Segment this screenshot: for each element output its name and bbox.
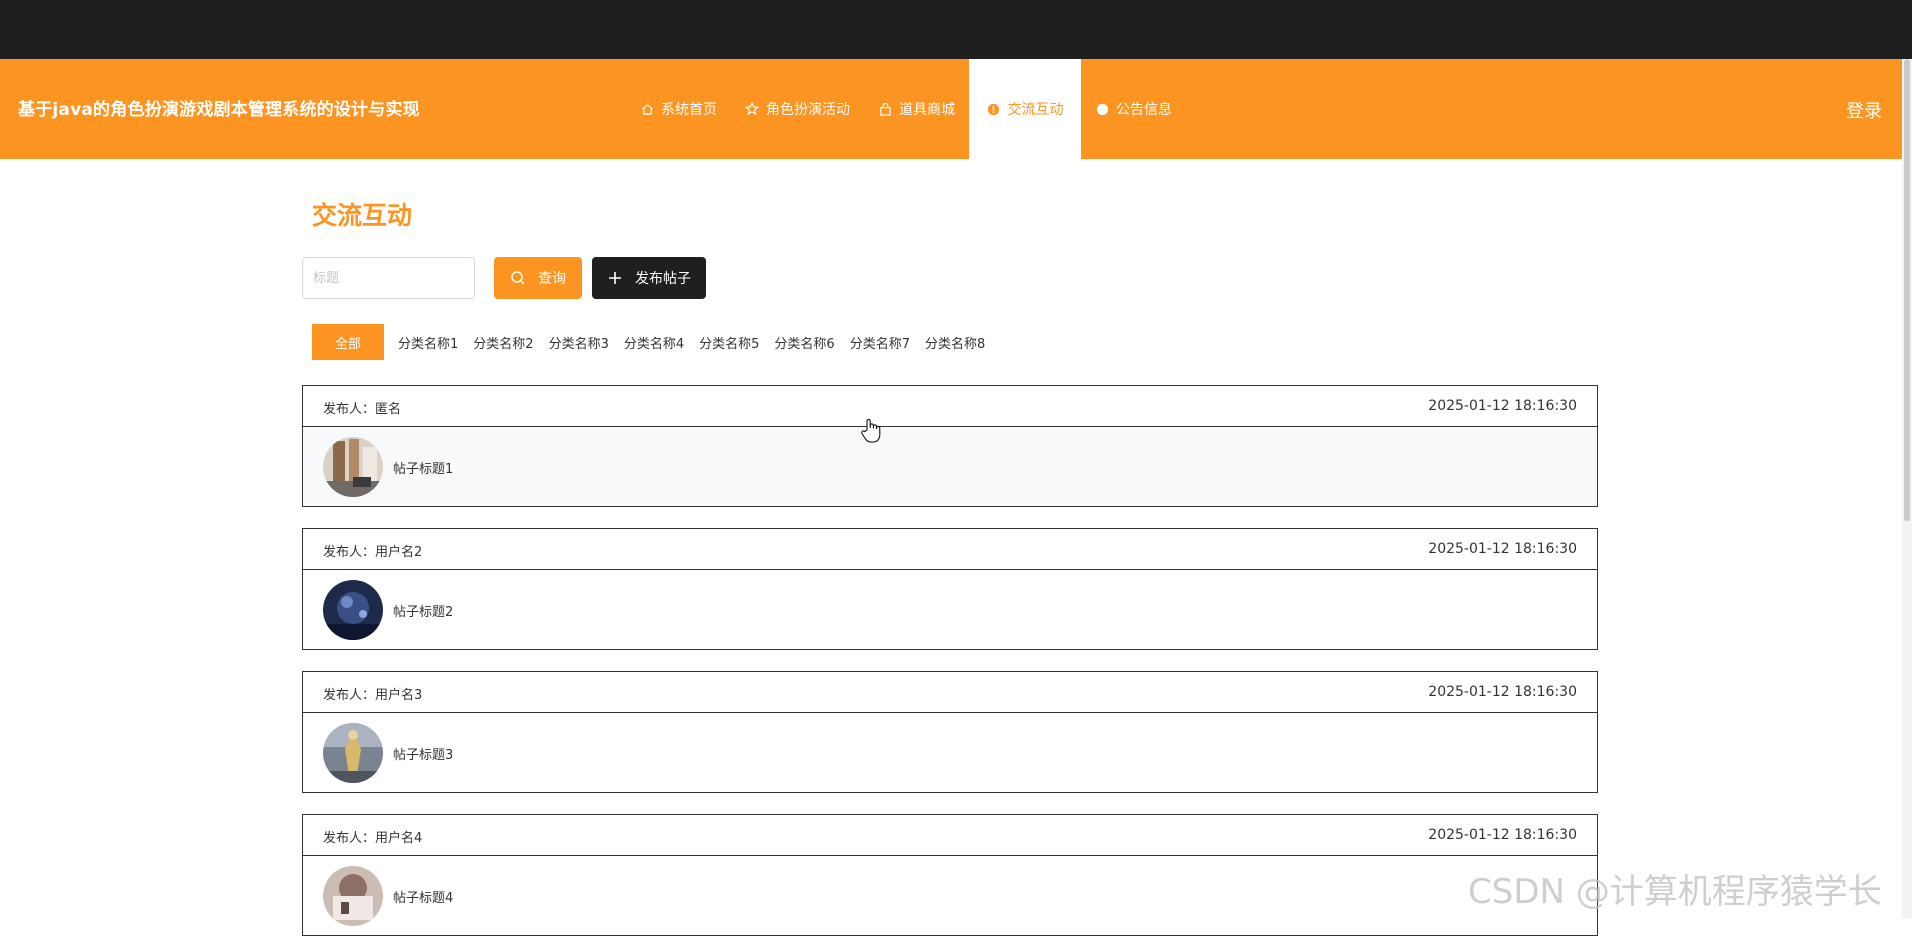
search-button[interactable]: 查询 [494,257,582,299]
hand-cursor-icon [860,418,882,444]
post-card[interactable]: 发布人：用户名3 2025-01-12 18:16:30 帖子标题3 [302,671,1598,793]
page-title: 交流互动 [312,201,413,230]
bag-icon [878,102,892,116]
post-time: 2025-01-12 18:16:30 [1428,684,1577,700]
nav-label: 公告信息 [1116,102,1172,118]
search-icon [510,270,526,286]
watermark: CSDN @计算机程序猿学长 [1468,872,1882,912]
nav-item-home[interactable]: 系统首页 [626,59,731,159]
post-body: 帖子标题4 [303,856,1597,935]
nav-item-roleplay[interactable]: 角色扮演活动 [731,59,864,159]
category-tab[interactable]: 分类名称6 [774,324,834,360]
post-card[interactable]: 发布人：匿名 2025-01-12 18:16:30 帖子标题1 [302,385,1598,507]
nav-label: 交流互动 [1007,102,1064,118]
nav-item-notice[interactable]: 公告信息 [1081,59,1186,159]
post-header: 发布人：用户名2 2025-01-12 18:16:30 [303,529,1597,570]
new-post-button-label: 发布帖子 [635,271,691,287]
category-tab[interactable]: 分类名称1 [398,324,458,360]
post-header: 发布人：用户名3 2025-01-12 18:16:30 [303,672,1597,713]
post-author: 发布人：匿名 [323,402,402,417]
circle-icon [1095,102,1109,116]
post-title[interactable]: 帖子标题4 [393,887,453,906]
category-tabs: 全部 分类名称1 分类名称2 分类名称3 分类名称4 分类名称5 分类名称6 分… [312,324,1000,360]
main-nav: 系统首页 角色扮演活动 道具商城 交流互动 公告信息 [626,59,1186,159]
category-tab[interactable]: 分类名称4 [624,324,684,360]
post-header: 发布人：用户名4 2025-01-12 18:16:30 [303,815,1597,856]
category-tab-all[interactable]: 全部 [312,324,384,360]
info-icon [987,102,1001,116]
category-tab[interactable]: 分类名称2 [473,324,533,360]
category-tab[interactable]: 分类名称3 [549,324,609,360]
post-title[interactable]: 帖子标题1 [393,458,453,477]
plus-icon [607,270,623,286]
post-author: 发布人：用户名4 [323,831,423,846]
post-time: 2025-01-12 18:16:30 [1428,827,1577,843]
post-header: 发布人：匿名 2025-01-12 18:16:30 [303,386,1597,427]
category-tab[interactable]: 分类名称8 [925,324,985,360]
post-title[interactable]: 帖子标题2 [393,601,453,620]
post-thumbnail[interactable] [323,580,383,640]
page-scrollbar[interactable] [1902,59,1912,918]
nav-label: 角色扮演活动 [766,102,850,118]
post-title[interactable]: 帖子标题3 [393,744,453,763]
post-author: 发布人：用户名2 [323,545,423,560]
post-time: 2025-01-12 18:16:30 [1428,398,1577,414]
login-link[interactable]: 登录 [1846,97,1882,123]
site-header: 基于java的角色扮演游戏剧本管理系统的设计与实现 系统首页 角色扮演活动 道具… [0,59,1902,159]
nav-item-shop[interactable]: 道具商城 [864,59,969,159]
scrollbar-thumb[interactable] [1904,59,1910,521]
post-author: 发布人：用户名3 [323,688,423,703]
star-icon [745,102,759,116]
site-title: 基于java的角色扮演游戏剧本管理系统的设计与实现 [18,100,420,120]
post-body: 帖子标题3 [303,713,1597,792]
post-time: 2025-01-12 18:16:30 [1428,541,1577,557]
nav-item-forum[interactable]: 交流互动 [969,59,1081,159]
post-thumbnail[interactable] [323,723,383,783]
post-thumbnail[interactable] [323,437,383,497]
home-icon [640,102,654,116]
search-input[interactable] [302,257,475,299]
browser-top-bar [0,0,1912,59]
post-body: 帖子标题2 [303,570,1597,649]
category-tab[interactable]: 分类名称5 [699,324,759,360]
search-button-label: 查询 [538,271,566,287]
nav-label: 道具商城 [899,102,955,118]
post-body: 帖子标题1 [303,427,1597,506]
new-post-button[interactable]: 发布帖子 [592,257,706,299]
post-card[interactable]: 发布人：用户名2 2025-01-12 18:16:30 帖子标题2 [302,528,1598,650]
nav-label: 系统首页 [661,102,717,118]
post-thumbnail[interactable] [323,866,383,926]
category-tab[interactable]: 分类名称7 [850,324,910,360]
